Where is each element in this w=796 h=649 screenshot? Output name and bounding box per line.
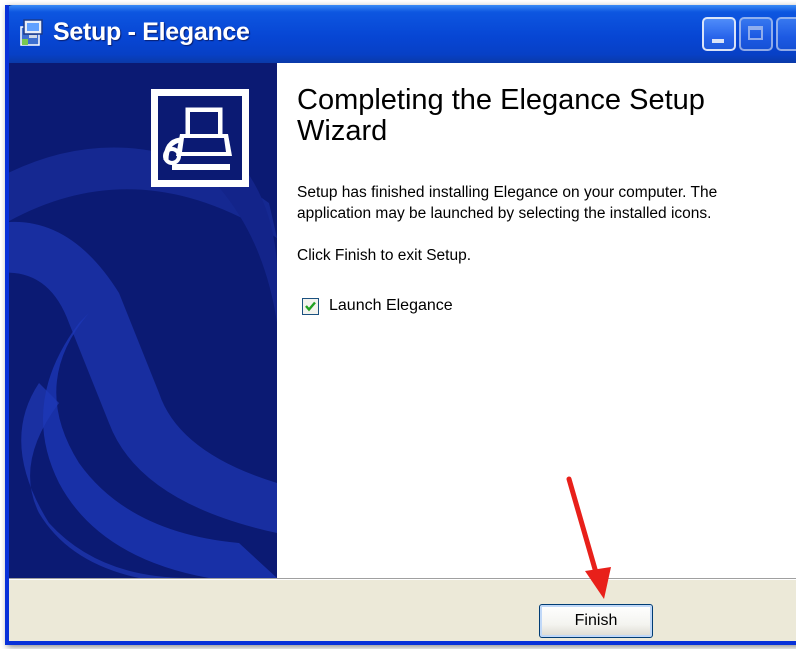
launch-elegance-option[interactable]: Launch Elegance xyxy=(302,294,453,318)
launch-elegance-checkbox[interactable] xyxy=(302,297,319,315)
setup-window: Setup - Elegance Completing the Elegance… xyxy=(5,5,796,645)
window-title: Setup - Elegance xyxy=(53,18,250,46)
setup-installer-icon xyxy=(19,17,47,47)
close-button[interactable] xyxy=(776,17,796,51)
completion-description: Setup has finished installing Elegance o… xyxy=(297,184,718,222)
title-bar[interactable]: Setup - Elegance xyxy=(9,5,796,63)
maximize-button[interactable] xyxy=(739,17,773,51)
finish-instruction: Click Finish to exit Setup. xyxy=(297,247,472,264)
checkmark-icon xyxy=(305,301,316,311)
minimize-button[interactable] xyxy=(702,17,736,51)
launch-elegance-label[interactable]: Launch Elegance xyxy=(329,297,453,315)
wizard-footer: Finish xyxy=(9,580,796,641)
computer-install-icon xyxy=(158,96,242,180)
wizard-heading: Completing the Elegance Setup Wizard xyxy=(297,84,705,147)
finish-button[interactable]: Finish xyxy=(539,604,653,638)
wizard-logo-frame xyxy=(151,89,249,187)
wizard-sidebar-banner xyxy=(9,63,277,578)
wizard-content-panel: Completing the Elegance Setup Wizard Set… xyxy=(277,63,796,578)
